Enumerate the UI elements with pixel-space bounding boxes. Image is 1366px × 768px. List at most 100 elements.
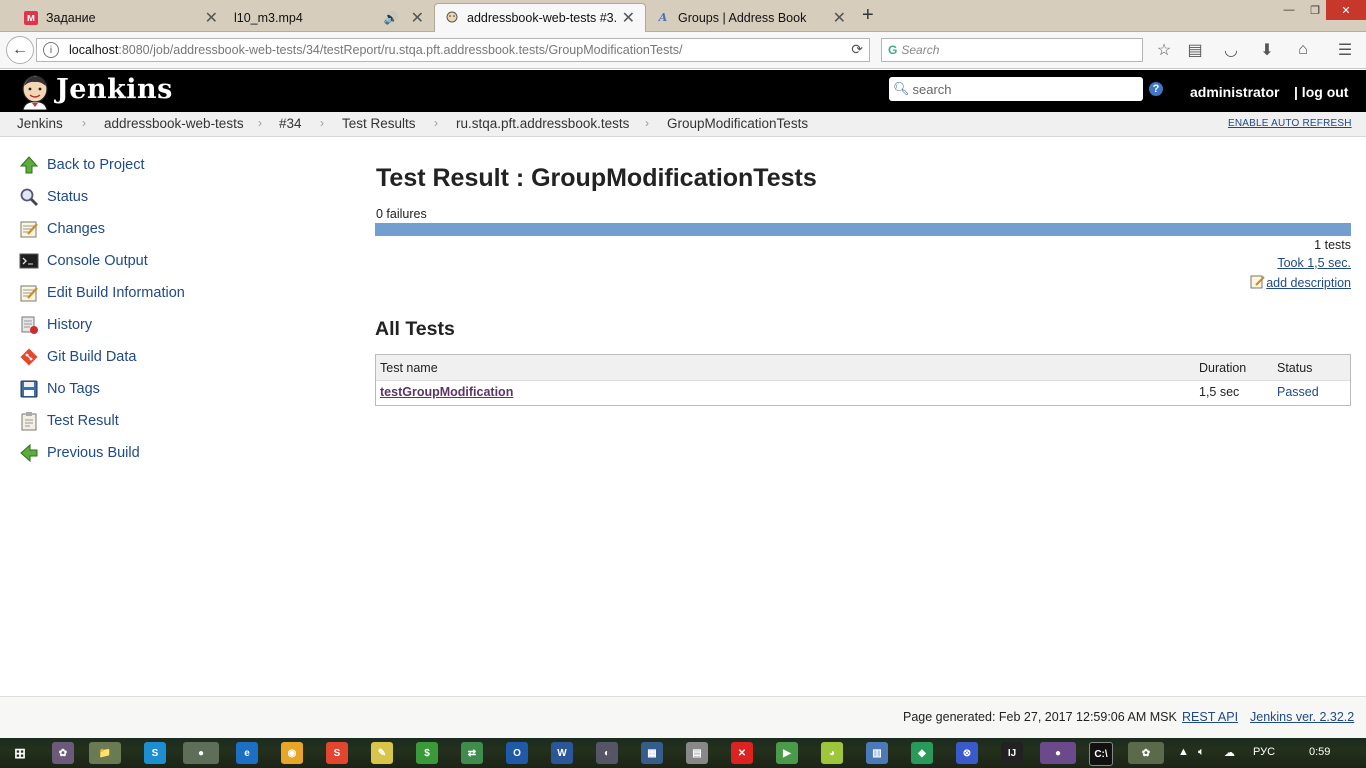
help-icon[interactable]: ? [1149, 82, 1163, 96]
breadcrumb-item-build[interactable]: #34 [279, 116, 302, 131]
task-no-tags[interactable]: No Tags [18, 377, 100, 401]
task-back-to-project[interactable]: Back to Project [18, 153, 145, 177]
close-window-icon[interactable]: ✕ [1326, 0, 1366, 20]
breadcrumb-item-test-results[interactable]: Test Results [342, 116, 416, 131]
chrome-icon[interactable]: ◉ [281, 742, 303, 764]
task-changes[interactable]: Changes [18, 217, 105, 241]
app-icon[interactable]: ● [1040, 742, 1076, 764]
search-engine-icon[interactable]: G [888, 43, 897, 57]
minimize-icon[interactable]: — [1278, 0, 1300, 20]
breadcrumb-item-job[interactable]: addressbook-web-tests [104, 116, 244, 131]
jenkins-version-link[interactable]: Jenkins ver. 2.32.2 [1250, 710, 1354, 724]
add-description-link[interactable]: add description [1266, 276, 1351, 290]
internet-explorer-icon[interactable]: e [236, 742, 258, 764]
browser-tab-zadanie[interactable]: м Задание ✕ [14, 3, 228, 32]
jenkins-face-icon [445, 11, 459, 25]
page-generated: Page generated: Feb 27, 2017 12:59:06 AM… [903, 710, 1177, 724]
task-label: Test Result [47, 413, 119, 429]
android-icon[interactable]: ◕ [821, 742, 843, 764]
reload-icon[interactable]: ⟳ [851, 41, 863, 58]
bookmark-star-icon[interactable]: ☆ [1153, 40, 1175, 60]
calculator-icon[interactable]: ▤ [686, 742, 708, 764]
task-history[interactable]: History [18, 313, 92, 337]
intellij-icon[interactable]: IJ [1001, 742, 1023, 764]
logout-link[interactable]: | log out [1294, 84, 1348, 100]
back-arrow-icon[interactable]: ← [6, 36, 34, 64]
add-description[interactable]: add description [1250, 274, 1351, 292]
input-language[interactable]: РУС [1253, 746, 1275, 758]
speaker-icon[interactable]: 🔊 [384, 11, 399, 25]
task-git-build-data[interactable]: Git Build Data [18, 345, 136, 369]
close-icon[interactable]: ✕ [205, 8, 218, 28]
test-status: Passed [1277, 385, 1319, 399]
money-icon[interactable]: $ [416, 742, 438, 764]
app-icon[interactable]: ▥ [866, 742, 888, 764]
firefox-icon[interactable]: ● [183, 742, 219, 764]
restore-icon[interactable]: ❐ [1304, 0, 1326, 20]
close-icon[interactable]: ✕ [622, 8, 635, 28]
pocket-icon[interactable]: ◡ [1220, 40, 1242, 60]
enable-auto-refresh-link[interactable]: ENABLE AUTO REFRESH [1228, 118, 1352, 129]
browser-tab-video[interactable]: l10_m3.mp4 🔊 ✕ [224, 3, 434, 32]
close-icon[interactable]: ✕ [411, 8, 424, 28]
addressbook-a-icon: A [658, 11, 668, 24]
task-previous-build[interactable]: Previous Build [18, 441, 140, 465]
task-status[interactable]: Status [18, 185, 88, 209]
breadcrumb-item-jenkins[interactable]: Jenkins [17, 116, 63, 131]
command-prompt-icon[interactable]: C:\ [1089, 742, 1113, 766]
tray-arrow-icon[interactable]: ▲ [1178, 746, 1189, 758]
breadcrumb-separator: › [320, 116, 324, 130]
breadcrumb-item-class[interactable]: GroupModificationTests [667, 116, 808, 131]
task-console-output[interactable]: Console Output [18, 249, 148, 273]
app-icon[interactable]: ◆ [911, 742, 933, 764]
breadcrumb-item-package[interactable]: ru.stqa.pft.addressbook.tests [456, 116, 629, 131]
app-icon[interactable]: ⊗ [956, 742, 978, 764]
network-icon[interactable]: ⇄ [461, 742, 483, 764]
app-icon[interactable]: ✿ [52, 742, 74, 764]
jenkins-search-input[interactable]: 🔍︎ search [889, 77, 1143, 101]
skype-icon[interactable]: S [144, 742, 166, 764]
app-icon[interactable]: ✿ [1128, 742, 1164, 764]
new-tab-button[interactable]: + [862, 4, 874, 27]
download-icon[interactable]: ⬇ [1256, 40, 1278, 60]
task-test-result[interactable]: Test Result [18, 409, 119, 433]
column-header-duration[interactable]: Duration [1199, 361, 1246, 375]
word-icon[interactable]: W [551, 742, 573, 764]
reading-list-icon[interactable]: ▤ [1184, 40, 1206, 60]
network-tray-icon[interactable]: ☁ [1224, 746, 1235, 759]
column-header-status[interactable]: Status [1277, 361, 1312, 375]
jenkins-brand-title[interactable]: Jenkins [56, 74, 173, 105]
browser-tab-addressbook[interactable]: A Groups | Address Book ✕ [646, 3, 856, 32]
browser-search-input[interactable]: G Search [881, 38, 1143, 62]
clock[interactable]: 0:59 [1309, 746, 1330, 758]
notepad-edit-icon [18, 282, 40, 304]
windows-start-icon[interactable]: ⊞ [9, 742, 31, 764]
home-icon[interactable]: ⌂ [1292, 40, 1314, 60]
app-icon[interactable]: ✕ [731, 742, 753, 764]
notepad-icon [18, 218, 40, 240]
file-explorer-icon[interactable]: 📁 [89, 742, 121, 764]
app-icon[interactable]: ◐ [596, 742, 618, 764]
browser-tab-jenkins[interactable]: addressbook-web-tests #3... ✕ [434, 3, 646, 32]
user-link[interactable]: administrator [1190, 84, 1279, 100]
close-icon[interactable]: ✕ [833, 8, 846, 28]
task-label: Previous Build [47, 445, 140, 461]
task-label: No Tags [47, 381, 100, 397]
took-duration-link[interactable]: Took 1,5 sec. [1277, 256, 1351, 270]
volume-icon[interactable]: 🔈︎ [1198, 746, 1205, 759]
outlook-icon[interactable]: O [506, 742, 528, 764]
app-icon[interactable]: ▦ [641, 742, 663, 764]
url-bar[interactable]: i localhost:8080/job/addressbook-web-tes… [36, 38, 870, 62]
app-icon[interactable]: ▶ [776, 742, 798, 764]
info-icon[interactable]: i [43, 42, 59, 58]
jenkins-logo-icon[interactable] [18, 74, 52, 111]
task-edit-build-information[interactable]: Edit Build Information [18, 281, 185, 305]
menu-icon[interactable]: ☰ [1334, 40, 1356, 60]
browser-tab-strip: м Задание ✕ l10_m3.mp4 🔊 ✕ addressbook-w… [0, 0, 1366, 32]
notes-icon[interactable]: ✎ [371, 742, 393, 764]
rest-api-link[interactable]: REST API [1182, 710, 1238, 724]
app-icon[interactable]: S [326, 742, 348, 764]
column-header-test-name[interactable]: Test name [380, 361, 438, 375]
test-name-link[interactable]: testGroupModification [380, 385, 513, 399]
breadcrumb-separator: › [645, 116, 649, 130]
